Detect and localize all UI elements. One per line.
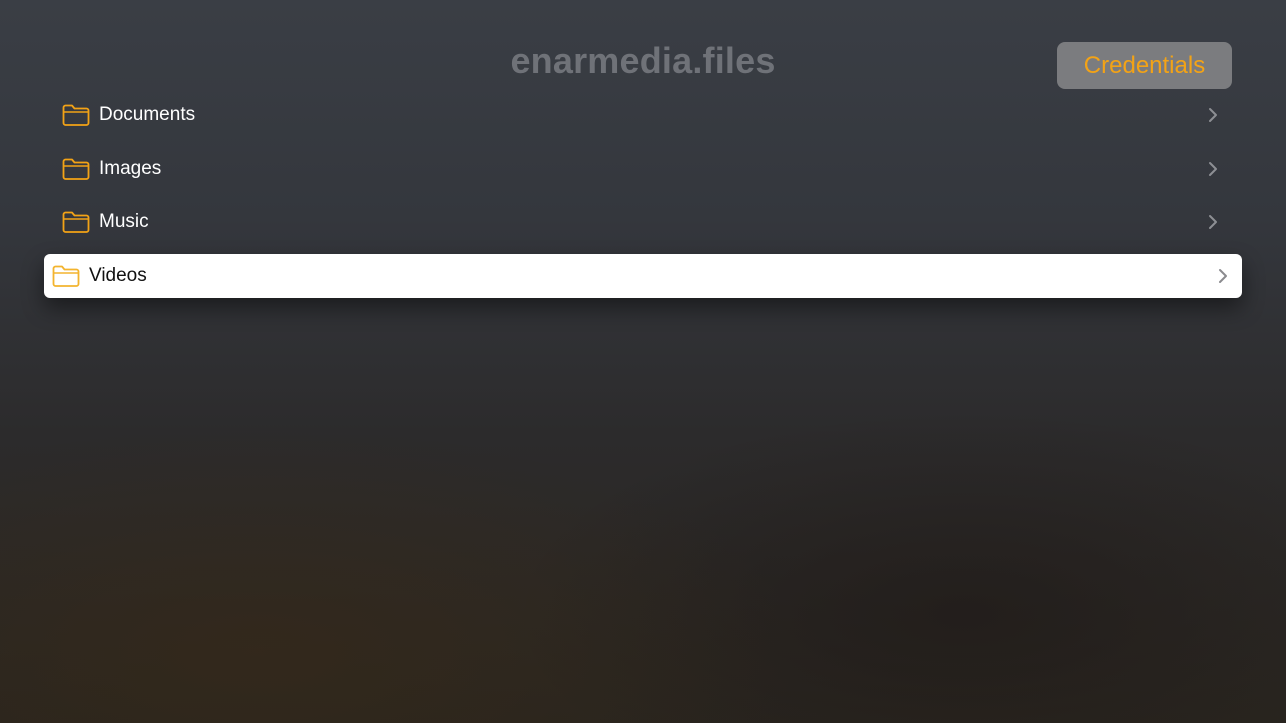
folder-icon <box>62 104 90 126</box>
list-item-label: Images <box>99 157 162 179</box>
folder-list: Documents Images Music Videos <box>44 93 1242 307</box>
list-item-music[interactable]: Music <box>44 200 1242 244</box>
chevron-right-icon <box>1209 215 1217 229</box>
folder-icon <box>62 158 90 180</box>
list-item-label: Videos <box>89 264 147 286</box>
credentials-button[interactable]: Credentials <box>1057 42 1232 89</box>
list-item-documents[interactable]: Documents <box>44 93 1242 137</box>
folder-icon <box>52 265 80 287</box>
list-item-images[interactable]: Images <box>44 147 1242 191</box>
list-item-label: Music <box>99 211 149 232</box>
folder-icon <box>62 211 90 233</box>
chevron-right-icon <box>1209 108 1217 122</box>
list-item-label: Documents <box>99 104 196 125</box>
list-item-videos[interactable]: Videos <box>44 253 1242 298</box>
chevron-right-icon <box>1219 268 1227 283</box>
chevron-right-icon <box>1209 161 1217 176</box>
